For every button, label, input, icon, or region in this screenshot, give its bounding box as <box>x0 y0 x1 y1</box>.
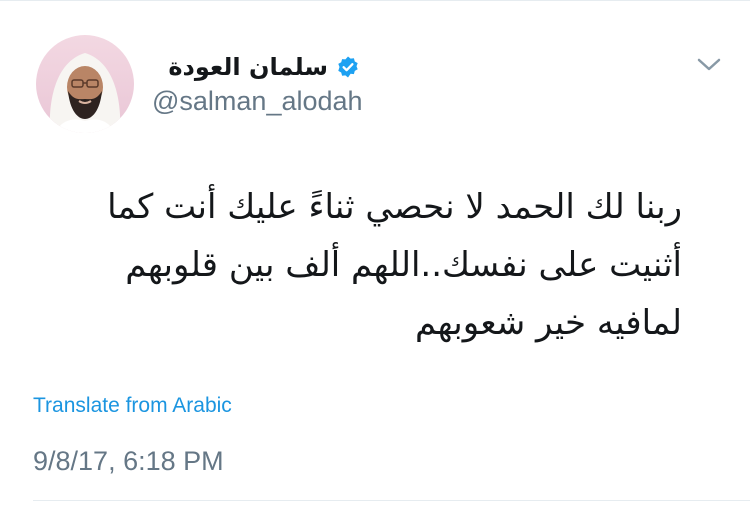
display-name[interactable]: سلمان العودة <box>168 53 328 81</box>
translate-link[interactable]: Translate from Arabic <box>33 394 232 418</box>
bottom-divider <box>33 500 750 501</box>
chevron-down-icon[interactable] <box>696 56 722 74</box>
tweet-card: سلمان العودة @salman_alodah ربنا لك الحم… <box>0 0 750 524</box>
tweet-timestamp[interactable]: 9/8/17, 6:18 PM <box>33 446 224 477</box>
author-handle[interactable]: @salman_alodah <box>152 86 363 117</box>
top-divider <box>0 0 750 1</box>
avatar-image <box>36 35 134 133</box>
tweet-text: ربنا لك الحمد لا نحصي ثناءً عليك أنت كما… <box>107 187 682 343</box>
verified-badge-icon <box>338 56 358 78</box>
avatar[interactable] <box>36 35 134 133</box>
author-name-row[interactable]: سلمان العودة <box>150 50 360 84</box>
